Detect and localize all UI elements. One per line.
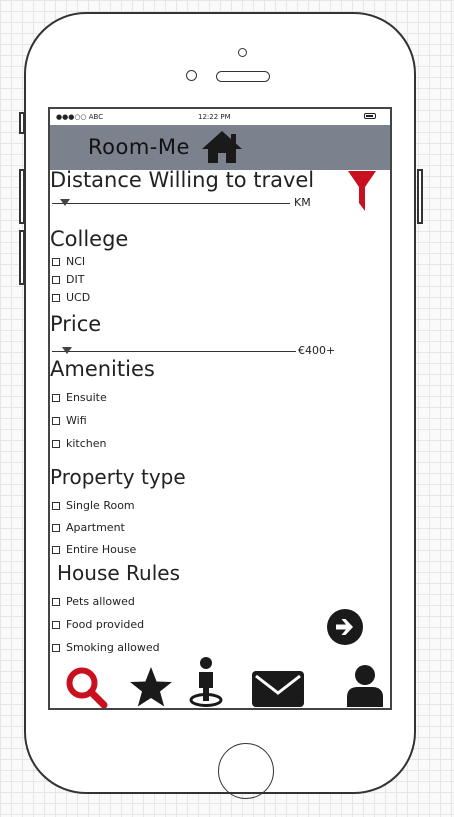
profile-icon[interactable] bbox=[344, 663, 386, 708]
checkbox[interactable] bbox=[52, 621, 60, 629]
phone-volume-up-button bbox=[19, 169, 25, 224]
house-rule-option-pets[interactable]: Pets allowed bbox=[52, 595, 135, 608]
checkbox[interactable] bbox=[52, 294, 60, 302]
amenity-option-label: Wifi bbox=[66, 414, 87, 427]
phone-side-button bbox=[19, 112, 25, 134]
star-icon[interactable] bbox=[128, 665, 174, 708]
amenity-option-kitchen[interactable]: kitchen bbox=[52, 437, 107, 450]
app-title: Room-Me bbox=[88, 135, 190, 159]
distance-heading: Distance Willing to travel bbox=[50, 168, 315, 192]
filter-icon[interactable] bbox=[347, 169, 377, 217]
home-icon[interactable] bbox=[200, 129, 244, 169]
amenity-option-ensuite[interactable]: Ensuite bbox=[52, 391, 107, 404]
college-option-label: DIT bbox=[66, 273, 85, 286]
phone-camera bbox=[238, 48, 247, 57]
checkbox[interactable] bbox=[52, 276, 60, 284]
property-option-label: Apartment bbox=[66, 521, 125, 534]
house-rule-option-label: Food provided bbox=[66, 618, 145, 631]
property-option-label: Entire House bbox=[66, 543, 137, 556]
house-rules-heading: House Rules bbox=[57, 561, 180, 585]
checkbox[interactable] bbox=[52, 644, 60, 652]
college-option-nci[interactable]: NCI bbox=[52, 255, 85, 268]
phone-home-button[interactable] bbox=[218, 743, 274, 799]
house-rule-option-food[interactable]: Food provided bbox=[52, 618, 144, 631]
college-option-label: UCD bbox=[66, 291, 91, 304]
search-icon[interactable] bbox=[64, 665, 110, 708]
status-bar: ●●●○○ ABC 12:22 PM bbox=[50, 109, 390, 125]
property-option-label: Single Room bbox=[66, 499, 135, 512]
property-option-single-room[interactable]: Single Room bbox=[52, 499, 135, 512]
arrow-right-circle-icon bbox=[327, 609, 363, 649]
amenity-option-label: kitchen bbox=[66, 437, 107, 450]
checkbox[interactable] bbox=[52, 524, 60, 532]
checkbox[interactable] bbox=[52, 440, 60, 448]
carrier-label: ●●●○○ ABC bbox=[56, 113, 104, 121]
price-slider-thumb[interactable] bbox=[62, 347, 72, 354]
property-option-apartment[interactable]: Apartment bbox=[52, 521, 125, 534]
college-option-ucd[interactable]: UCD bbox=[52, 291, 90, 304]
checkbox[interactable] bbox=[52, 598, 60, 606]
app-screen: ●●●○○ ABC 12:22 PM Room-Me Distance Will… bbox=[48, 107, 392, 710]
phone-power-button bbox=[417, 169, 423, 224]
checkbox[interactable] bbox=[52, 546, 60, 554]
map-user-icon[interactable] bbox=[188, 655, 224, 708]
battery-icon bbox=[364, 113, 376, 119]
price-slider-track[interactable] bbox=[52, 351, 296, 352]
amenity-option-wifi[interactable]: Wifi bbox=[52, 414, 87, 427]
house-rule-option-label: Smoking allowed bbox=[66, 641, 160, 654]
phone-sensor bbox=[186, 70, 197, 81]
distance-unit-label: KM bbox=[294, 196, 311, 209]
checkbox[interactable] bbox=[52, 417, 60, 425]
price-heading: Price bbox=[50, 312, 102, 336]
phone-speaker bbox=[216, 71, 270, 82]
checkbox[interactable] bbox=[52, 394, 60, 402]
distance-slider-thumb[interactable] bbox=[60, 199, 70, 206]
price-max-label: €400+ bbox=[298, 344, 336, 357]
property-type-heading: Property type bbox=[50, 465, 186, 489]
house-rule-option-smoking[interactable]: Smoking allowed bbox=[52, 641, 160, 654]
college-option-dit[interactable]: DIT bbox=[52, 273, 84, 286]
mail-icon[interactable] bbox=[250, 669, 306, 708]
distance-slider-track[interactable] bbox=[52, 203, 290, 204]
phone-volume-down-button bbox=[19, 230, 25, 285]
checkbox[interactable] bbox=[52, 502, 60, 510]
amenities-heading: Amenities bbox=[50, 357, 155, 381]
app-header: Room-Me bbox=[50, 125, 390, 170]
status-time: 12:22 PM bbox=[198, 113, 231, 121]
college-option-label: NCI bbox=[66, 255, 86, 268]
house-rule-option-label: Pets allowed bbox=[66, 595, 135, 608]
college-heading: College bbox=[50, 227, 129, 251]
property-option-entire-house[interactable]: Entire House bbox=[52, 543, 136, 556]
checkbox[interactable] bbox=[52, 258, 60, 266]
next-button[interactable] bbox=[327, 609, 363, 645]
amenity-option-label: Ensuite bbox=[66, 391, 107, 404]
